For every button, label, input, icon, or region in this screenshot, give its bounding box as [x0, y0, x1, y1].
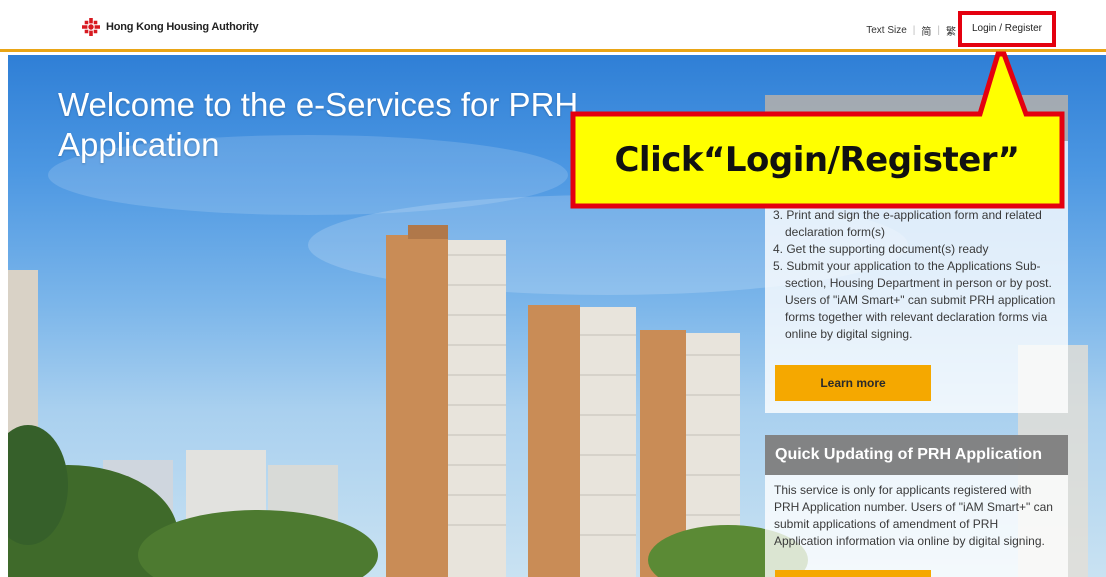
list-item: 4. Get the supporting document(s) ready [773, 242, 989, 256]
divider: | [912, 25, 916, 36]
list-item: 3. Print and sign the e-application form… [773, 208, 1042, 239]
quick-update-panel: Quick Updating of PRH Application This s… [765, 435, 1068, 577]
utility-nav: Text Size | 简 | 繁 [866, 23, 956, 38]
quick-update-description: This service is only for applicants regi… [774, 483, 1053, 548]
lang-traditional-link[interactable]: 繁 [946, 23, 956, 38]
site-header: Hong Kong Housing Authority Text Size | … [0, 0, 1106, 52]
lang-simplified-link[interactable]: 简 [921, 23, 931, 38]
brand-logo[interactable]: Hong Kong Housing Authority [82, 18, 259, 36]
hkha-logo-icon [82, 18, 100, 36]
steps-list: 3. Print and sign the e-application form… [773, 207, 1063, 343]
brand-name: Hong Kong Housing Authority [106, 21, 259, 33]
learn-more-button[interactable]: Learn more [775, 365, 931, 401]
login-highlight-box: Login / Register [958, 11, 1056, 47]
quick-update-button[interactable] [775, 570, 931, 577]
text-size-button[interactable]: Text Size [866, 25, 907, 36]
divider: | [937, 25, 940, 36]
quick-update-title: Quick Updating of PRH Application [765, 435, 1068, 475]
list-item: 5. Submit your application to the Applic… [773, 259, 1056, 341]
login-register-link[interactable]: Login / Register [962, 15, 1052, 43]
callout-text: Click“Login/Register” [614, 140, 1020, 180]
